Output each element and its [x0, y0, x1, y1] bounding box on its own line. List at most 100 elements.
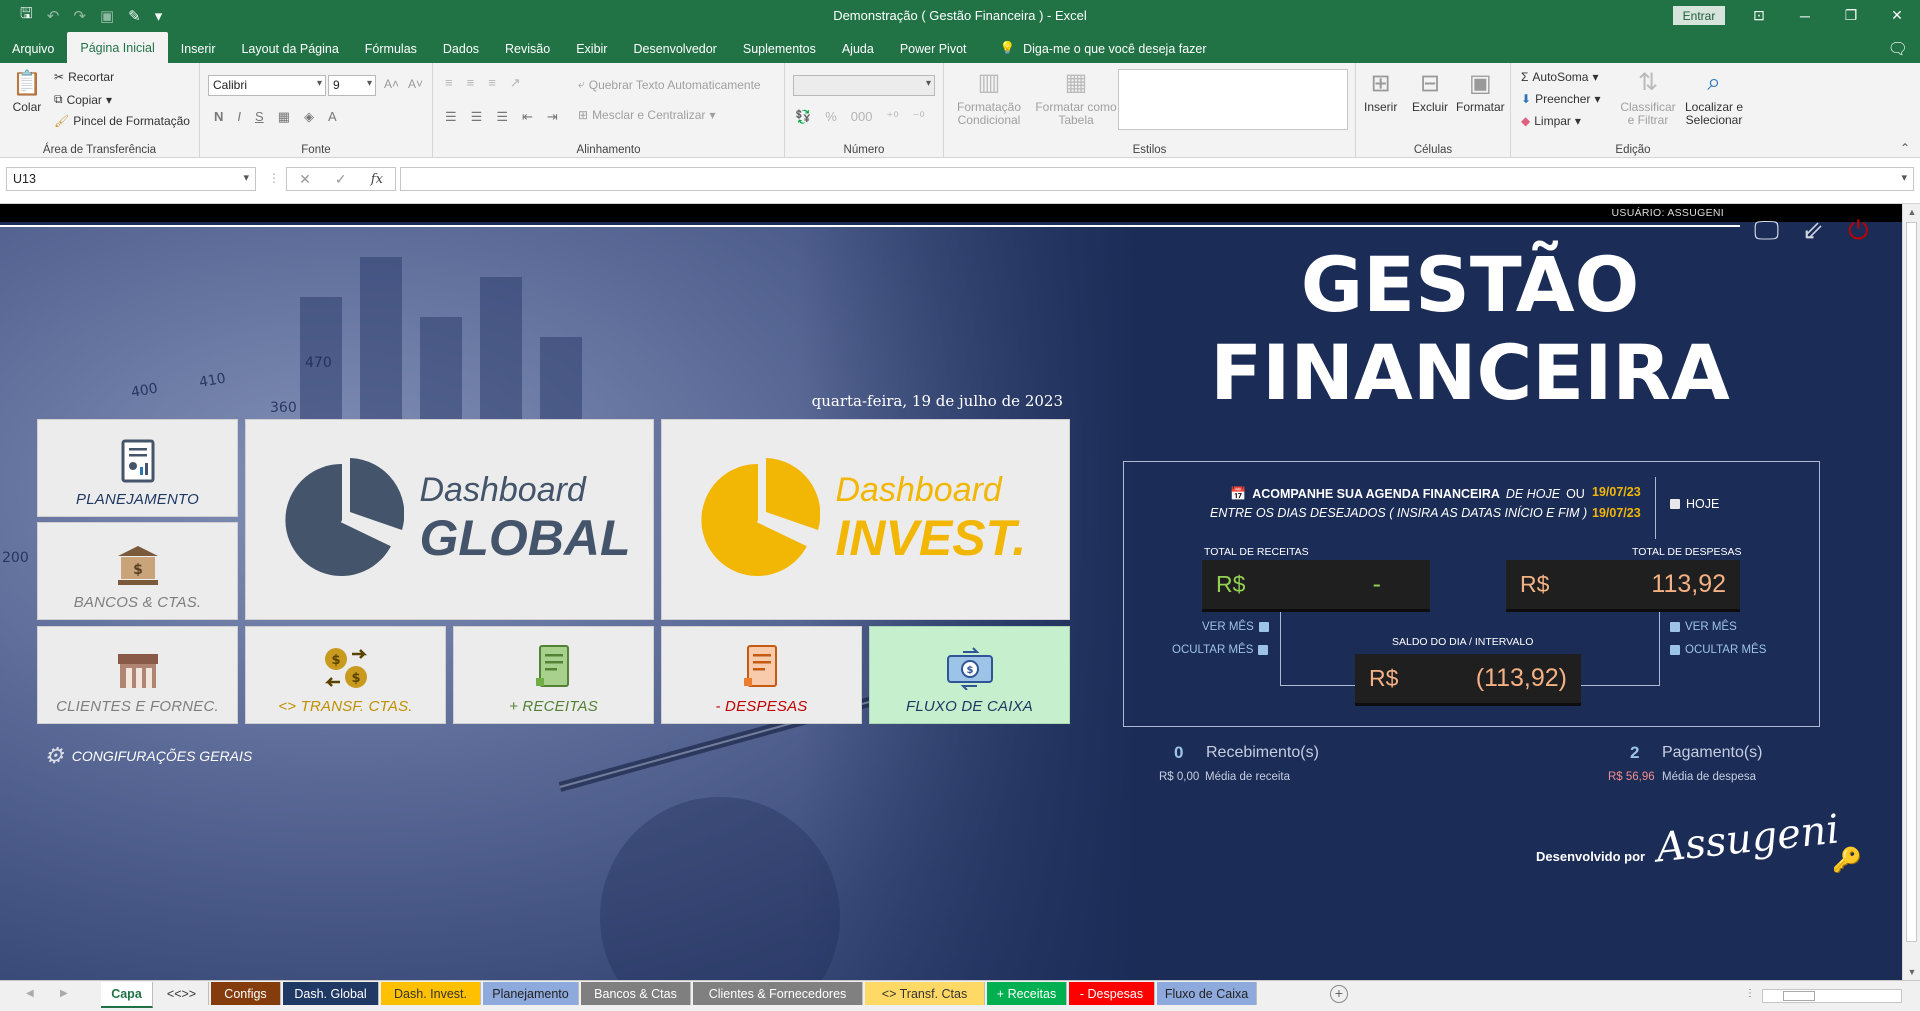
sheet-tab[interactable]: Capa	[101, 982, 153, 1008]
more-options-icon[interactable]: ⋮	[1745, 988, 1755, 999]
tile-planejamento[interactable]: PLANEJAMENTO	[37, 419, 238, 517]
minimize-window-icon[interactable]: ⇙	[1802, 215, 1824, 246]
valign-icons[interactable]: ≡ ≡ ≡ ↗	[445, 75, 521, 91]
config-link[interactable]: ⚙ CONGIFURAÇÕES GERAIS	[44, 743, 252, 769]
tab-revisao[interactable]: Revisão	[492, 34, 563, 63]
prev-sheet-icon[interactable]: ◀	[26, 988, 34, 999]
autosum-button[interactable]: Σ AutoSoma ▾	[1521, 70, 1599, 84]
cell-styles-gallery[interactable]	[1118, 69, 1348, 130]
sheet-tab[interactable]: Clientes & Fornecedores	[693, 982, 863, 1005]
enter-icon[interactable]: ✓	[335, 171, 347, 188]
sheet-tab[interactable]: Planejamento	[483, 982, 579, 1005]
tab-formulas[interactable]: Fórmulas	[352, 34, 430, 63]
italic-button[interactable]: I	[237, 109, 241, 125]
date-end[interactable]: 19/07/23	[1592, 506, 1641, 520]
sheet-tab[interactable]: + Receitas	[987, 982, 1067, 1005]
redo-icon[interactable]: ↷	[73, 7, 86, 25]
collapse-ribbon-icon[interactable]: ⌃	[1900, 141, 1910, 155]
tab-inserir[interactable]: Inserir	[168, 34, 229, 63]
monitor-icon[interactable]: 🖵	[1754, 215, 1779, 247]
tile-despesas[interactable]: - DESPESAS	[661, 626, 862, 724]
scrollbar-thumb[interactable]	[1783, 991, 1815, 1001]
formula-input[interactable]	[400, 167, 1914, 191]
tab-exibir[interactable]: Exibir	[563, 34, 620, 63]
sheet-tab[interactable]: <<>>	[155, 982, 209, 1005]
clear-button[interactable]: ◆ Limpar ▾	[1521, 114, 1581, 128]
tile-dashboard-invest[interactable]: Dashboard INVEST.	[661, 419, 1070, 620]
name-box[interactable]: U13	[6, 167, 256, 191]
tab-desenvolvedor[interactable]: Desenvolvedor	[620, 34, 729, 63]
fill-color-icon[interactable]: ◈	[304, 109, 314, 125]
tile-transferencias[interactable]: $ $ <> TRANSF. CTAS.	[245, 626, 446, 724]
customize-toolbar-icon[interactable]: ▾	[155, 7, 163, 25]
receitas-show-month[interactable]: VER MÊS	[1202, 621, 1269, 633]
undo-icon[interactable]: ↶	[47, 7, 60, 25]
grow-font-icon[interactable]: A˄	[384, 77, 399, 91]
tab-pagina-inicial[interactable]: Página Inicial	[67, 32, 168, 63]
tab-dados[interactable]: Dados	[430, 34, 492, 63]
halign-icons[interactable]: ☰ ☰ ☰ ⇤ ⇥	[445, 109, 558, 125]
despesas-hide-month[interactable]: OCULTAR MÊS	[1670, 644, 1766, 656]
bold-button[interactable]: N	[214, 109, 223, 125]
percent-button[interactable]: %	[825, 109, 837, 125]
add-sheet-button[interactable]: +	[1330, 985, 1348, 1003]
tile-receitas[interactable]: + RECEITAS	[453, 626, 654, 724]
sort-filter-button[interactable]: ⇅ Classificar e Filtrar	[1619, 69, 1677, 128]
borders-icon[interactable]: ▦	[278, 109, 290, 125]
cut-button[interactable]: ✂ Recortar	[54, 70, 114, 84]
insert-function-button[interactable]: fx	[371, 172, 383, 187]
receitas-hide-month[interactable]: OCULTAR MÊS	[1172, 644, 1269, 656]
sign-in-button[interactable]: Entrar	[1673, 6, 1725, 25]
copy-button[interactable]: ⧉ Copiar ▾	[54, 92, 112, 107]
tab-layout[interactable]: Layout da Página	[228, 34, 351, 63]
shrink-font-icon[interactable]: A˅	[408, 77, 423, 91]
vertical-scrollbar[interactable]: ▲ ▼	[1902, 204, 1920, 980]
sheet-tab[interactable]: - Despesas	[1069, 982, 1155, 1005]
cancel-icon[interactable]: ✕	[299, 171, 311, 188]
sheet-tab[interactable]: Dash. Global	[283, 982, 379, 1005]
date-start[interactable]: 19/07/23	[1592, 485, 1641, 499]
currency-icon[interactable]: 💱	[795, 109, 811, 125]
brush-icon[interactable]: ✎	[128, 7, 141, 25]
scroll-down-icon[interactable]: ▼	[1903, 967, 1920, 977]
tab-power-pivot[interactable]: Power Pivot	[887, 34, 980, 63]
power-icon[interactable]: ⏻	[1848, 215, 1869, 247]
tile-bancos[interactable]: $ BANCOS & CTAS.	[37, 522, 238, 620]
sheet-tab[interactable]: <> Transf. Ctas	[865, 982, 985, 1005]
wrap-text-button[interactable]: ⤶ Quebrar Texto Automaticamente	[578, 77, 761, 92]
thousands-button[interactable]: 000	[851, 109, 873, 125]
tile-fluxo-caixa[interactable]: $ FLUXO DE CAIXA	[869, 626, 1070, 724]
save-icon[interactable]: 🖫	[20, 3, 33, 28]
fill-button[interactable]: ⬇ Preencher ▾	[1521, 92, 1600, 106]
decrease-decimal-icon[interactable]: ⁻⁰	[913, 109, 925, 125]
comments-icon[interactable]: 🗨	[1888, 39, 1908, 59]
ribbon-display-icon[interactable]: ⊡	[1736, 0, 1782, 31]
next-sheet-icon[interactable]: ▶	[60, 988, 68, 999]
font-size-combo[interactable]: 9	[328, 75, 376, 96]
sheet-tab[interactable]: Configs	[211, 982, 281, 1005]
tab-arquivo[interactable]: Arquivo	[0, 34, 67, 63]
number-format-combo[interactable]	[793, 75, 935, 96]
today-button[interactable]: HOJE	[1670, 497, 1719, 511]
sheet-tab[interactable]: Fluxo de Caixa	[1157, 982, 1257, 1005]
scroll-up-icon[interactable]: ▲	[1903, 207, 1920, 217]
find-select-button[interactable]: ⌕ Localizar e Selecionar	[1679, 69, 1749, 128]
merge-center-button[interactable]: ⊞ Mesclar e Centralizar ▾	[578, 108, 715, 122]
font-name-combo[interactable]: Calibri	[208, 75, 326, 96]
tile-dashboard-global[interactable]: Dashboard GLOBAL	[245, 419, 654, 620]
sheet-tab[interactable]: Bancos & Ctas	[581, 982, 691, 1005]
minimize-icon[interactable]: ─	[1782, 0, 1828, 31]
increase-decimal-icon[interactable]: ⁺⁰	[886, 109, 898, 125]
tile-clientes[interactable]: CLIENTES E FORNEC.	[37, 626, 238, 724]
format-cells-button[interactable]: ▣ Formatar	[1456, 69, 1505, 114]
conditional-format-button[interactable]: ▥ Formatação Condicional	[954, 69, 1024, 128]
camera-icon[interactable]: ▣	[100, 7, 114, 25]
font-color-button[interactable]: A	[328, 109, 337, 125]
scrollbar-thumb[interactable]	[1906, 222, 1917, 942]
close-icon[interactable]: ✕	[1874, 0, 1920, 31]
despesas-show-month[interactable]: VER MÊS	[1670, 621, 1737, 633]
tab-ajuda[interactable]: Ajuda	[829, 34, 887, 63]
tell-me-search[interactable]: 💡 Diga-me o que você deseja fazer	[980, 34, 1207, 63]
format-painter-button[interactable]: 🖌 Pincel de Formatação	[54, 114, 190, 128]
delete-cells-button[interactable]: ⊟ Excluir	[1412, 69, 1448, 114]
